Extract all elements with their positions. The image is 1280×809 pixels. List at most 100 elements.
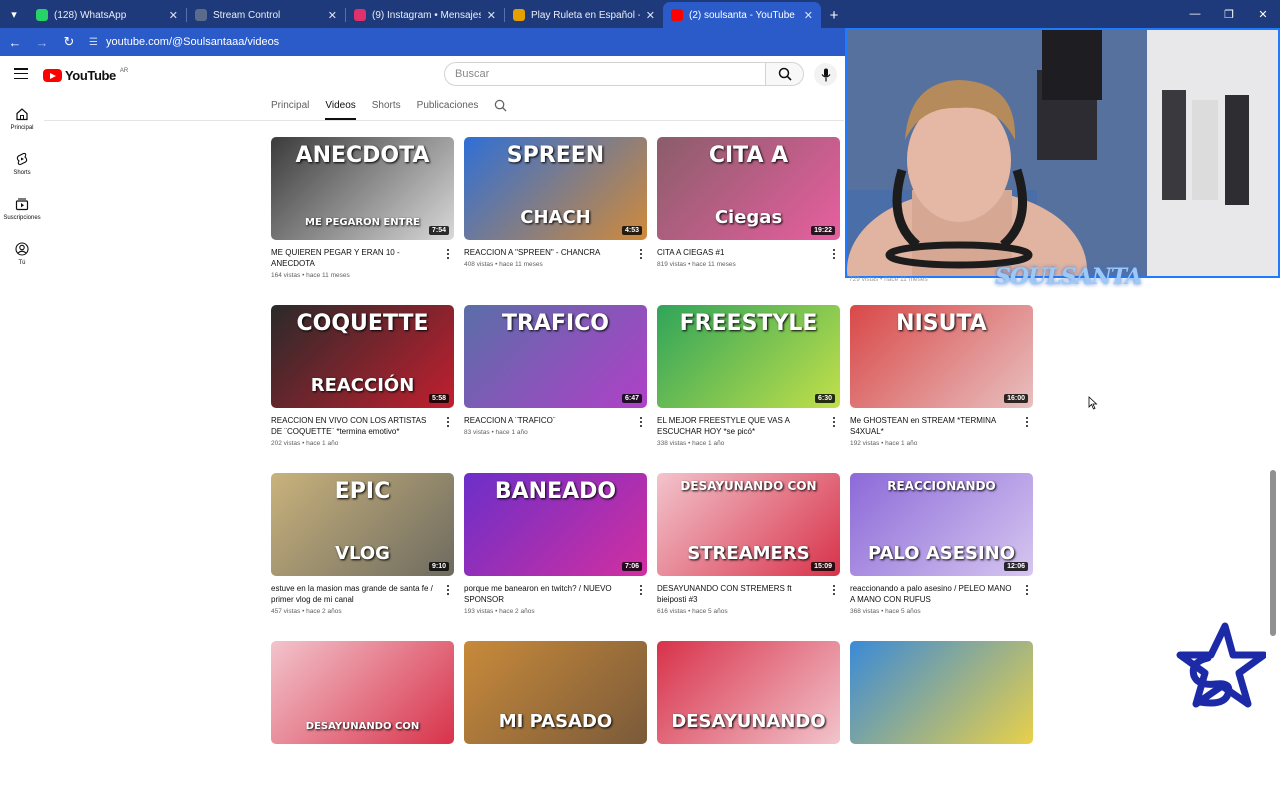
thumbnail-headline: BANEADO (494, 479, 617, 504)
more-actions-icon[interactable] (640, 417, 643, 428)
video-title[interactable]: REACCION A ¨TRAFICO¨ (464, 415, 629, 426)
channel-search-button[interactable] (494, 96, 507, 120)
video-card[interactable]: SPREEN CHACH 4:53 REACCION A "SPREEN" - CHA… (464, 137, 647, 305)
voice-search-button[interactable] (814, 63, 837, 86)
video-thumbnail[interactable]: ANECDOTA ME PEGARON ENTRE 7:54 (271, 137, 454, 240)
video-thumbnail[interactable]: CITA A Ciegas 19:22 (657, 137, 840, 240)
video-card[interactable]: COQUETTE REACCIÓN 5:58 REACCION EN VIVO CON… (271, 305, 454, 473)
video-title[interactable]: REACCION EN VIVO CON LOS ARTISTAS DE ¨CO… (271, 415, 436, 437)
video-card[interactable]: ANECDOTA ME PEGARON ENTRE 7:54 ME QUIEREN P… (271, 137, 454, 305)
video-meta: Me GHOSTEAN en STREAM *TERMINA S4XUAL* 19… (850, 408, 1033, 447)
browser-tab[interactable]: (9) Instagram • Mensajes ✕ (346, 2, 504, 28)
more-actions-icon[interactable] (640, 249, 643, 260)
video-duration: 15:09 (811, 562, 835, 571)
video-info: 408 vistas • hace 11 meses (464, 261, 543, 268)
video-thumbnail[interactable]: COQUETTE REACCIÓN 5:58 (271, 305, 454, 408)
video-card[interactable]: NISUTA 16:00 Me GHOSTEAN en STREAM *TERMIN… (850, 305, 1033, 473)
minimize-icon[interactable]: — (1178, 0, 1212, 28)
video-info: 192 vistas • hace 1 año (850, 440, 918, 447)
tab-search-chevron-icon[interactable]: ▾ (0, 0, 28, 28)
video-title[interactable]: porque me banearon en twitch? / NUEVO SP… (464, 583, 629, 605)
video-thumbnail[interactable]: DESAYUNANDO (657, 641, 840, 744)
tab-shorts[interactable]: Shorts (372, 96, 401, 120)
video-thumbnail[interactable]: FREESTYLE 6:30 (657, 305, 840, 408)
video-card[interactable]: DESAYUNANDO CON STREAMERS 15:09 DESAYUNANDO… (657, 473, 840, 641)
guide-item-subscriptions[interactable]: Suscripciones (0, 186, 44, 231)
youtube-logo[interactable]: YouTube AR (43, 68, 128, 83)
video-thumbnail[interactable]: TRAFICO 6:47 (464, 305, 647, 408)
guide-item-you[interactable]: Tú (0, 231, 44, 276)
search-input[interactable] (444, 62, 766, 86)
close-tab-icon[interactable]: ✕ (328, 9, 337, 22)
video-card[interactable]: FREESTYLE 6:30 EL MEJOR FREESTYLE QUE VAS … (657, 305, 840, 473)
forward-icon[interactable]: → (30, 30, 54, 54)
video-card[interactable]: BANEADO 7:06 porque me banearon en twitch?… (464, 473, 647, 641)
site-info-icon[interactable]: ☰ (89, 37, 98, 48)
tab-favicon-icon (671, 9, 683, 21)
video-info: 368 vistas • hace 5 años (850, 608, 921, 615)
browser-tab[interactable]: (128) WhatsApp ✕ (28, 2, 186, 28)
guide-item-home[interactable]: Principal (0, 96, 44, 141)
more-actions-icon[interactable] (833, 585, 836, 596)
tab-favicon-icon (195, 9, 207, 21)
address-bar[interactable]: ☰ youtube.com/@Soulsantaaa/videos (89, 31, 869, 53)
restore-icon[interactable]: ❐ (1212, 0, 1246, 28)
video-meta: ME QUIEREN PEGAR Y ERAN 10 - ANECDOTA 164… (271, 240, 454, 279)
tab-principal[interactable]: Principal (271, 96, 309, 120)
tab-publicaciones[interactable]: Publicaciones (417, 96, 479, 120)
video-meta: DESAYUNANDO CON STREMERS ft bieiposti #3… (657, 576, 840, 615)
video-title[interactable]: REACCION A "SPREEN" - CHANCRA (464, 247, 629, 258)
video-thumbnail[interactable]: SPREEN CHACH 4:53 (464, 137, 647, 240)
page-scrollbar[interactable] (1270, 470, 1276, 636)
more-actions-icon[interactable] (833, 417, 836, 428)
menu-icon[interactable] (14, 68, 28, 80)
more-actions-icon[interactable] (1026, 585, 1029, 596)
video-title[interactable]: DESAYUNANDO CON STREMERS ft bieiposti #3 (657, 583, 822, 605)
more-actions-icon[interactable] (1026, 417, 1029, 428)
video-card[interactable]: EPIC VLOG 9:10 estuve en la masion mas gran… (271, 473, 454, 641)
close-tab-icon[interactable]: ✕ (804, 9, 813, 22)
video-card[interactable]: DESAYUNANDO (657, 641, 840, 809)
thumbnail-headline: NISUTA (896, 311, 987, 336)
more-actions-icon[interactable] (447, 249, 450, 260)
video-title[interactable]: estuve en la masion mas grande de santa … (271, 583, 436, 605)
video-card[interactable]: DESAYUNANDO CON (271, 641, 454, 809)
video-card[interactable] (850, 641, 1033, 809)
video-thumbnail[interactable]: MI PASADO (464, 641, 647, 744)
close-tab-icon[interactable]: ✕ (169, 9, 178, 22)
video-card[interactable]: TRAFICO 6:47 REACCION A ¨TRAFICO¨ 83 vistas… (464, 305, 647, 473)
video-card[interactable]: MI PASADO (464, 641, 647, 809)
close-window-icon[interactable]: ✕ (1246, 0, 1280, 28)
more-actions-icon[interactable] (640, 585, 643, 596)
new-tab-button[interactable]: + (821, 2, 847, 28)
more-actions-icon[interactable] (447, 417, 450, 428)
video-meta: estuve en la masion mas grande de santa … (271, 576, 454, 615)
video-thumbnail[interactable]: NISUTA 16:00 (850, 305, 1033, 408)
browser-tab[interactable]: (2) soulsanta - YouTube ✕ (663, 2, 821, 28)
video-thumbnail[interactable]: REACCIONANDO PALO ASESINO 12:06 (850, 473, 1033, 576)
video-thumbnail[interactable]: BANEADO 7:06 (464, 473, 647, 576)
video-title[interactable]: EL MEJOR FREESTYLE QUE VAS A ESCUCHAR HO… (657, 415, 822, 437)
video-thumbnail[interactable]: DESAYUNANDO CON STREAMERS 15:09 (657, 473, 840, 576)
video-thumbnail[interactable]: EPIC VLOG 9:10 (271, 473, 454, 576)
guide-item-shorts[interactable]: Shorts (0, 141, 44, 186)
more-actions-icon[interactable] (447, 585, 450, 596)
video-title[interactable]: CITA A CIEGAS #1 (657, 247, 822, 258)
video-title[interactable]: ME QUIEREN PEGAR Y ERAN 10 - ANECDOTA (271, 247, 436, 269)
back-icon[interactable]: ← (3, 30, 27, 54)
video-card[interactable]: REACCIONANDO PALO ASESINO 12:06 reaccionand… (850, 473, 1033, 641)
video-thumbnail[interactable] (850, 641, 1033, 744)
close-tab-icon[interactable]: ✕ (487, 9, 496, 22)
search-button[interactable] (766, 62, 804, 86)
more-actions-icon[interactable] (833, 249, 836, 260)
video-thumbnail[interactable]: DESAYUNANDO CON (271, 641, 454, 744)
tab-videos[interactable]: Videos (325, 96, 356, 120)
browser-tab[interactable]: Stream Control ✕ (187, 2, 345, 28)
video-card[interactable]: CITA A Ciegas 19:22 CITA A CIEGAS #1 819 vis… (657, 137, 840, 305)
video-title[interactable]: reaccionando a palo asesino / PELEO MANO… (850, 583, 1015, 605)
video-title[interactable]: Me GHOSTEAN en STREAM *TERMINA S4XUAL* (850, 415, 1015, 437)
reload-icon[interactable]: ↻ (57, 30, 81, 54)
video-duration: 4:53 (621, 226, 642, 235)
browser-tab[interactable]: Play Ruleta en Español - Roobet ✕ (505, 2, 663, 28)
close-tab-icon[interactable]: ✕ (646, 9, 655, 22)
